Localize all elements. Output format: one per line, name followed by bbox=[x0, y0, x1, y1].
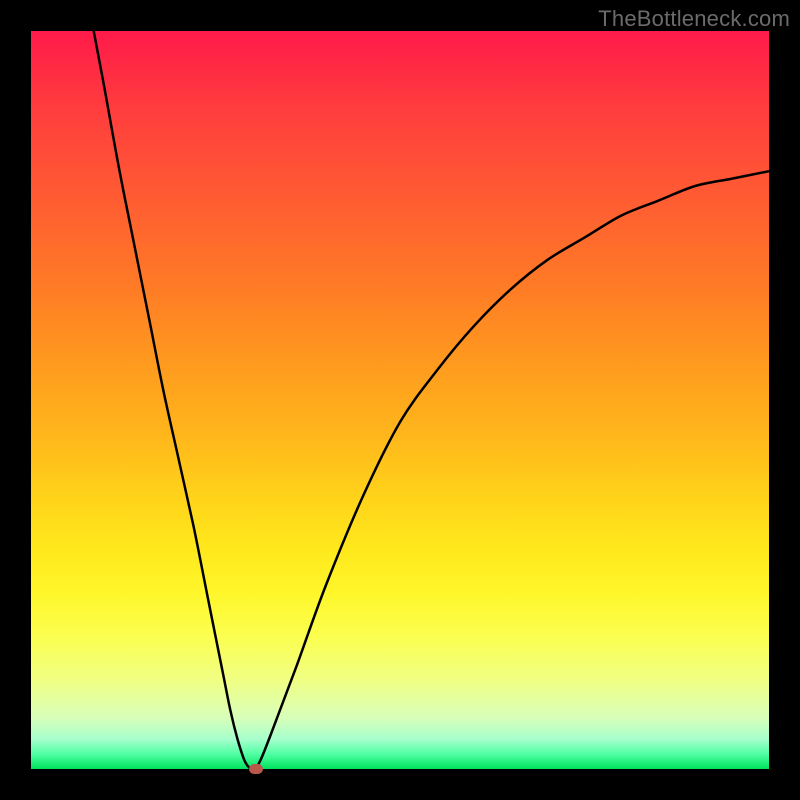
chart-frame: TheBottleneck.com bbox=[0, 0, 800, 800]
plot-area bbox=[31, 31, 769, 769]
attribution-text: TheBottleneck.com bbox=[598, 6, 790, 32]
optimum-marker bbox=[249, 764, 263, 774]
curve-path bbox=[94, 31, 769, 769]
bottleneck-curve bbox=[31, 31, 769, 769]
